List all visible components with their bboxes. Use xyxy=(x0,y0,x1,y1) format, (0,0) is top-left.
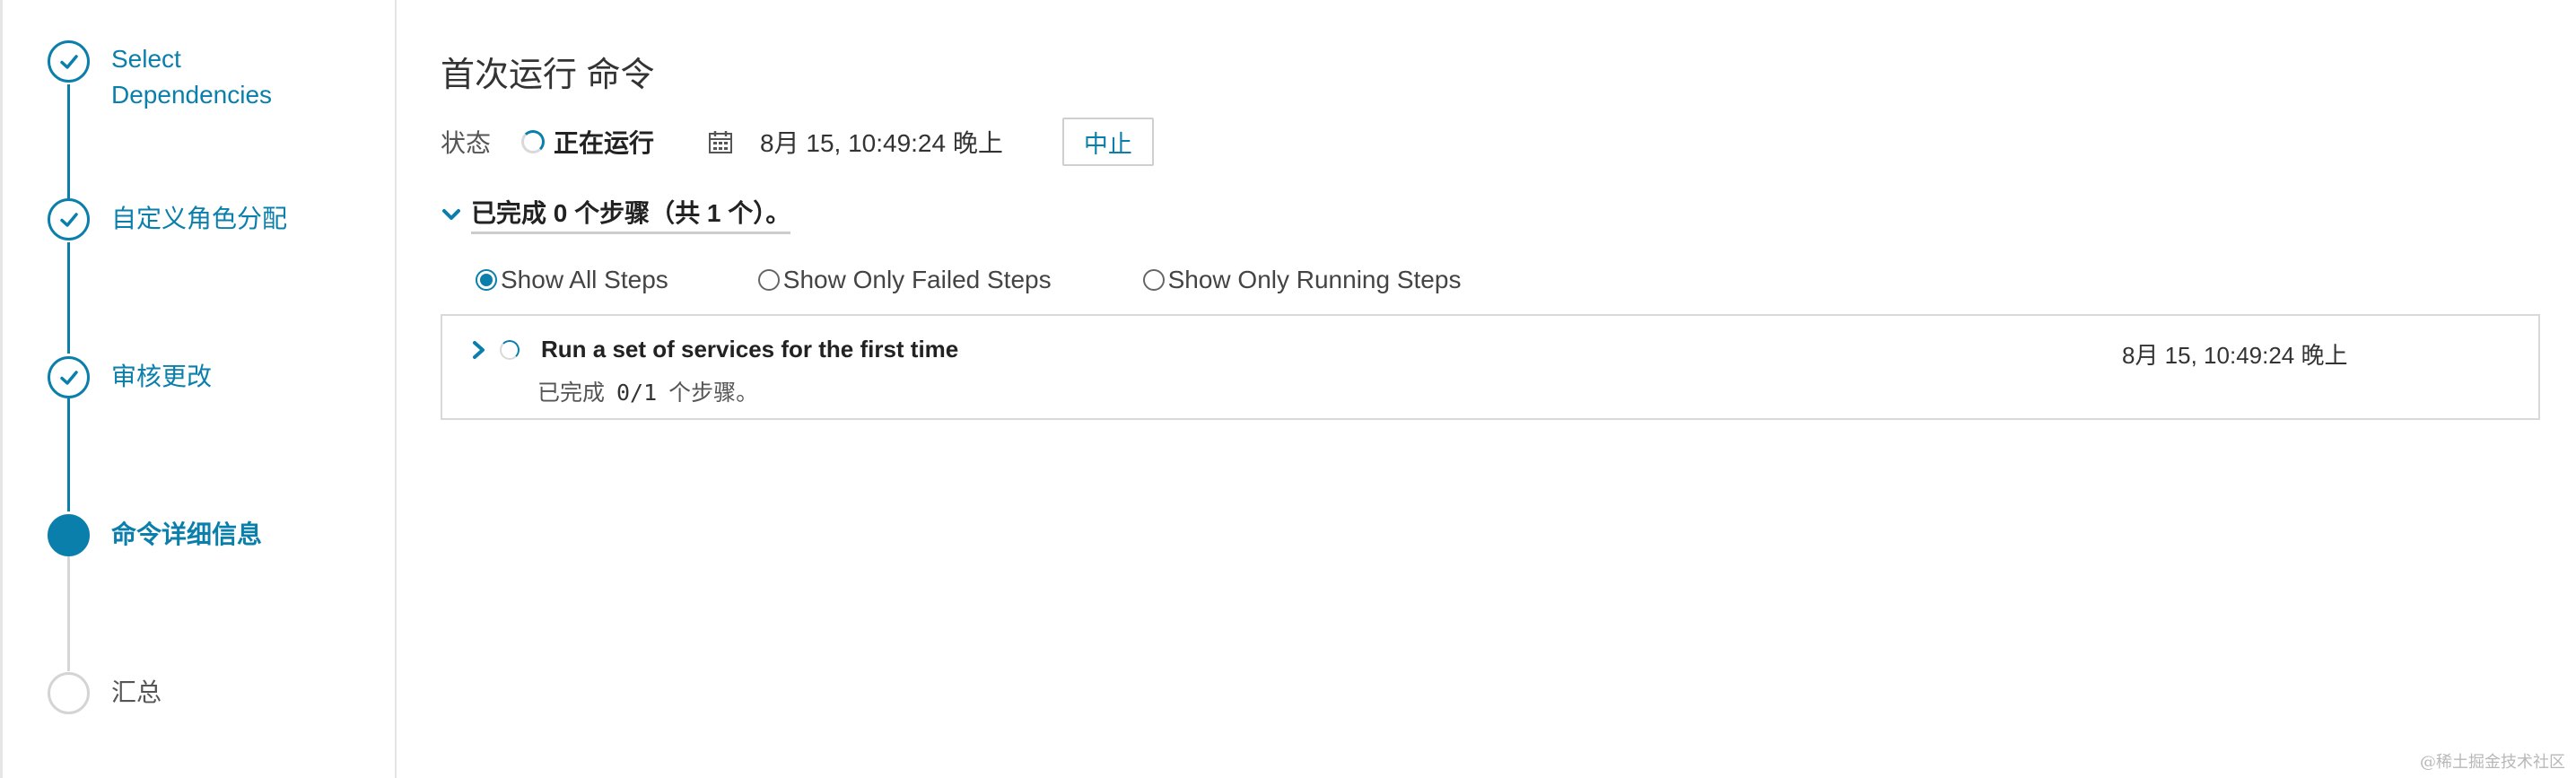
wizard-step-command-details: 命令详细信息 xyxy=(48,514,291,556)
spinner-icon xyxy=(521,130,546,153)
wizard-step-select-dependencies[interactable]: Select Dependencies xyxy=(48,40,291,113)
step-done-indicator xyxy=(48,198,90,240)
wizard-sidebar: Select Dependencies 自定义角色分配 审核更改 命令详细信息 … xyxy=(0,0,397,778)
step-row-expand[interactable]: Run a set of services for the first time xyxy=(469,336,958,363)
step-progress-count: 0/1 xyxy=(616,380,658,406)
filter-all-steps-radio[interactable]: Show All Steps xyxy=(476,266,668,294)
wizard-connector xyxy=(67,398,70,511)
status-label: 状态 xyxy=(441,129,492,157)
wizard-step-label: 审核更改 xyxy=(111,363,213,390)
step-done-indicator xyxy=(48,356,90,398)
abort-button[interactable]: 中止 xyxy=(1061,118,1154,166)
steps-summary-toggle[interactable]: 已完成 0 个步骤（共 1 个）。 xyxy=(441,194,791,234)
filter-label: Show Only Running Steps xyxy=(1167,266,1462,293)
wizard-step-review-changes[interactable]: 审核更改 xyxy=(48,356,291,398)
step-done-indicator xyxy=(48,40,90,83)
radio-indicator xyxy=(757,269,780,291)
wizard-step-label: 汇总 xyxy=(111,678,162,706)
steps-panel: Run a set of services for the first time… xyxy=(441,314,2540,420)
calendar-icon xyxy=(708,129,733,154)
step-progress-suffix: 个步骤。 xyxy=(668,380,759,406)
status-value: 正在运行 xyxy=(554,129,655,157)
wizard-step-label: 自定义角色分配 xyxy=(111,205,288,232)
status-timestamp: 8月 15, 10:49:24 晚上 xyxy=(760,129,1003,157)
step-progress-prefix: 已完成 xyxy=(537,380,606,406)
check-icon xyxy=(59,54,78,69)
watermark: @稀土掘金技术社区 xyxy=(2420,753,2565,772)
wizard-step-label: 命令详细信息 xyxy=(111,520,263,548)
step-title: Run a set of services for the first time xyxy=(541,336,959,363)
steps-summary-text: 已完成 0 个步骤（共 1 个）。 xyxy=(471,194,791,234)
page-title: 首次运行 命令 xyxy=(441,57,655,94)
filter-label: Show All Steps xyxy=(501,266,668,293)
filter-failed-steps-radio[interactable]: Show Only Failed Steps xyxy=(757,266,1052,294)
wizard-step-custom-role-assignment[interactable]: 自定义角色分配 xyxy=(48,198,291,240)
main-content: 首次运行 命令 状态 正在运行 8月 15, 10:49:24 晚上 中止 已完… xyxy=(398,0,2576,778)
chevron-down-icon xyxy=(441,204,462,225)
step-timestamp: 8月 15, 10:49:24 晚上 xyxy=(2122,342,2348,369)
step-filter-group: Show All Steps Show Only Failed Steps Sh… xyxy=(476,266,1461,294)
step-todo-indicator xyxy=(48,672,90,714)
wizard-step-summary: 汇总 xyxy=(48,672,291,714)
filter-label: Show Only Failed Steps xyxy=(782,266,1052,293)
radio-indicator xyxy=(476,269,497,291)
wizard-step-label: Select Dependencies xyxy=(111,45,273,109)
chevron-right-icon xyxy=(469,339,489,361)
wizard-connector xyxy=(67,556,70,671)
spinner-icon xyxy=(500,339,520,360)
wizard-connector xyxy=(67,242,70,354)
step-active-indicator xyxy=(48,514,90,556)
status-row: 状态 正在运行 8月 15, 10:49:24 晚上 中止 xyxy=(441,117,1154,167)
check-icon xyxy=(59,370,78,385)
step-progress: 已完成 0/1 个步骤。 xyxy=(537,375,758,407)
filter-running-steps-radio[interactable]: Show Only Running Steps xyxy=(1142,266,1462,294)
radio-indicator xyxy=(1142,269,1165,291)
check-icon xyxy=(59,212,78,227)
